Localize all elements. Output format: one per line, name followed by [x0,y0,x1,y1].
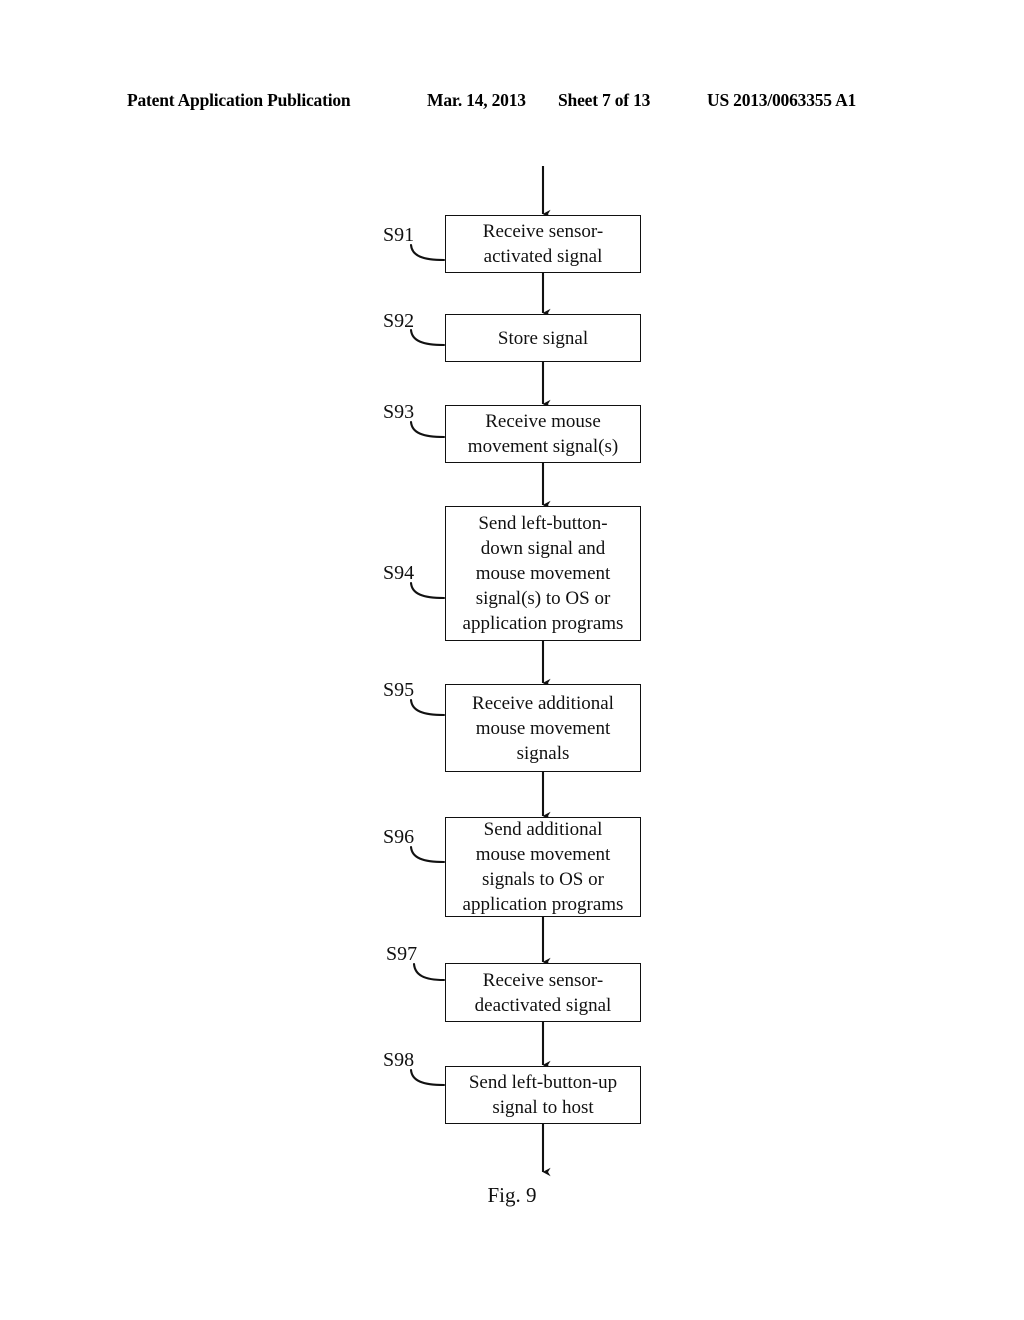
process-box-s95-text: Receive additional mouse movement signal… [472,692,614,764]
step-label-s96: S96 [383,826,415,848]
process-box-s91-text: Receive sensor- activated signal [482,221,604,267]
process-box-s97: Receive sensor- deactivated signal [445,963,641,1022]
leader-line-s98 [409,1068,446,1087]
leader-line-s93 [409,420,446,439]
leader-line-s96 [409,845,446,864]
process-box-s93-text: Receive mouse movement signal(s) [467,411,619,457]
process-box-s96: Send additional mouse movement signals t… [445,817,641,917]
flowchart-figure: S91 S92 S93 S94 S95 S96 S97 S98 Receive … [0,0,1024,1320]
process-box-s94: Send left-button- down signal and mouse … [445,506,641,641]
step-label-s94: S94 [383,562,415,584]
step-label-s97: S97 [386,943,418,965]
process-box-s94-text: Send left-button- down signal and mouse … [462,513,624,634]
process-box-s96-text: Send additional mouse movement signals t… [462,819,624,915]
leader-line-s91 [409,243,446,262]
process-box-s97-text: Receive sensor- deactivated signal [474,969,612,1016]
step-label-s98: S98 [383,1049,415,1071]
process-box-s95: Receive additional mouse movement signal… [445,684,641,772]
leader-line-s92 [409,328,446,347]
step-label-s95: S95 [383,679,415,701]
leader-line-s94 [409,581,446,600]
step-label-s93: S93 [383,401,415,423]
step-label-s92: S92 [383,310,415,332]
process-box-s98-text: Send left-button-up signal to host [468,1072,618,1118]
leader-line-s95 [409,698,446,717]
process-box-s98: Send left-button-up signal to host [445,1066,641,1124]
process-box-s93: Receive mouse movement signal(s) [445,405,641,463]
process-box-s92: Store signal [445,314,641,362]
leader-line-s97 [412,962,446,982]
process-box-s91: Receive sensor- activated signal [445,215,641,273]
figure-caption: Fig. 9 [487,1183,537,1207]
process-box-s92-text: Store signal [497,327,589,349]
step-label-s91: S91 [383,224,415,246]
